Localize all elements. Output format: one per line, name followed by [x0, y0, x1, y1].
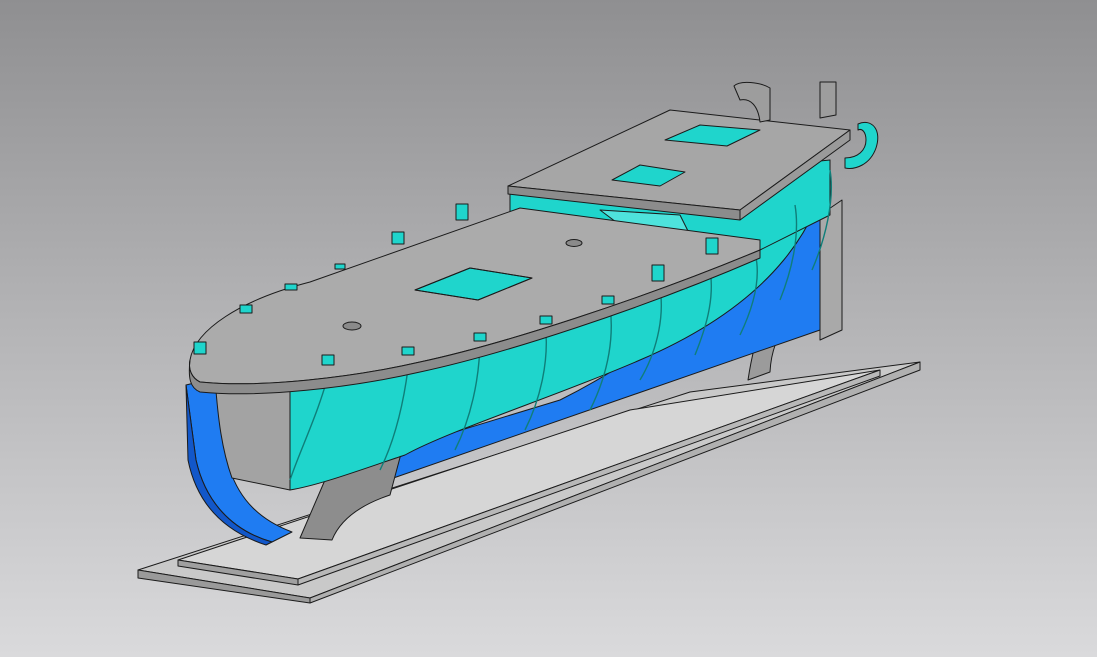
sternpost — [819, 81, 837, 119]
ship-model-scene[interactable] — [0, 0, 1097, 657]
mast-hole-main — [565, 239, 583, 247]
cad-3d-viewport[interactable] — [0, 0, 1097, 657]
stern-cradle-upright — [819, 199, 843, 341]
mast-hole-fore — [342, 321, 362, 331]
